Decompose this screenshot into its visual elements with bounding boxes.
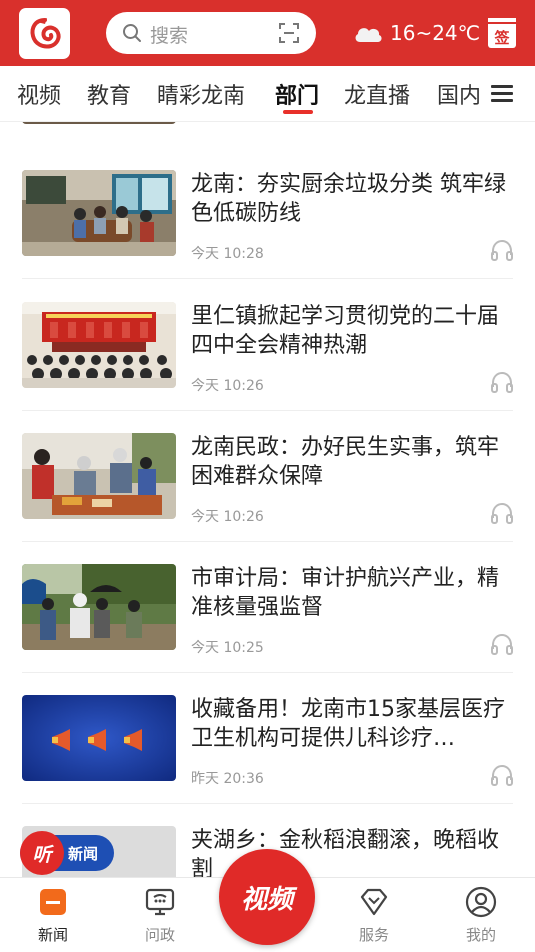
tab-domestic[interactable]: 国内 — [437, 78, 481, 110]
search-box[interactable]: 搜索 — [106, 12, 316, 54]
news-thumbnail — [22, 302, 176, 388]
nav-service-label: 服务 — [358, 926, 389, 944]
headphone-icon[interactable] — [490, 371, 514, 393]
news-title: 市审计局：审计护航兴产业，精准核量强监督 — [191, 566, 500, 620]
news-item[interactable]: 收藏备用！龙南市15家基层医疗卫生机构可提供儿科诊疗… 昨天 20:36 — [0, 695, 535, 826]
news-feed[interactable]: 龙南：夯实厨余垃圾分类 筑牢绿色低碳防线 今天 10:28 里仁镇掀起学习贯彻党… — [0, 122, 535, 877]
news-icon — [40, 889, 66, 915]
listen-news-label: 新闻 — [68, 844, 99, 863]
divider — [22, 410, 513, 411]
weather-widget[interactable]: 16~24℃ — [352, 18, 480, 48]
news-time: 今天 10:28 — [191, 246, 264, 262]
search-icon — [123, 24, 141, 42]
news-item[interactable]: 市审计局：审计护航兴产业，精准核量强监督 今天 10:25 — [0, 564, 535, 695]
top-bar: 搜索 16~24℃ 签 — [0, 0, 535, 66]
nav-wenzheng[interactable]: 问政 — [120, 878, 200, 952]
sign-in-button[interactable]: 签 — [488, 18, 516, 48]
thumbnail-partial — [22, 122, 176, 124]
news-time: 今天 10:26 — [191, 509, 264, 525]
menu-icon[interactable] — [491, 85, 513, 103]
user-icon — [465, 886, 497, 918]
channel-tabs: 视频 教育 睛彩龙南 部门 龙直播 国内 — [0, 66, 535, 122]
cloud-icon — [355, 28, 382, 42]
news-time: 昨天 20:36 — [191, 771, 264, 787]
divider — [22, 541, 513, 542]
news-thumbnail — [22, 170, 176, 256]
news-item[interactable]: 龙南：夯实厨余垃圾分类 筑牢绿色低碳防线 今天 10:28 — [0, 170, 535, 301]
news-thumbnail — [22, 564, 176, 650]
divider — [22, 803, 513, 804]
news-thumbnail — [22, 433, 176, 519]
weather-temperature: 16~24℃ — [390, 21, 481, 45]
listen-news-button[interactable]: 听 新闻 — [20, 831, 114, 875]
news-thumbnail — [22, 695, 176, 781]
scan-icon[interactable] — [278, 22, 300, 44]
news-title: 龙南民政：办好民生实事，筑牢困难群众保障 — [191, 435, 500, 489]
calendar-sign-icon: 签 — [494, 29, 510, 47]
news-item[interactable]: 龙南民政：办好民生实事，筑牢困难群众保障 今天 10:26 — [0, 433, 535, 564]
logo-icon — [30, 17, 61, 48]
active-tab-indicator — [283, 110, 313, 114]
app-logo[interactable] — [19, 8, 70, 59]
nav-mine-label: 我的 — [465, 926, 496, 944]
nav-mine[interactable]: 我的 — [441, 878, 521, 952]
video-center-button[interactable]: 视频 — [219, 849, 315, 945]
headphone-icon[interactable] — [490, 764, 514, 786]
tab-video[interactable]: 视频 — [17, 78, 61, 110]
nav-service[interactable]: 服务 — [334, 878, 414, 952]
nav-news[interactable]: 新闻 — [13, 878, 93, 952]
headphone-icon[interactable] — [490, 633, 514, 655]
news-time: 今天 10:26 — [191, 378, 264, 394]
tab-department[interactable]: 部门 — [275, 78, 319, 110]
news-title: 龙南：夯实厨余垃圾分类 筑牢绿色低碳防线 — [191, 172, 506, 226]
tab-education[interactable]: 教育 — [87, 78, 131, 110]
divider — [22, 672, 513, 673]
video-button-label: 视频 — [240, 884, 293, 915]
headphone-icon[interactable] — [490, 239, 514, 261]
nav-news-label: 新闻 — [37, 926, 68, 944]
search-placeholder: 搜索 — [150, 25, 189, 47]
tab-live[interactable]: 龙直播 — [344, 78, 410, 110]
headphone-icon[interactable] — [490, 502, 514, 524]
news-title: 收藏备用！龙南市15家基层医疗卫生机构可提供儿科诊疗… — [191, 697, 505, 751]
news-title: 里仁镇掀起学习贯彻党的二十届四中全会精神热潮 — [191, 304, 500, 358]
divider — [22, 278, 513, 279]
news-time: 今天 10:25 — [191, 640, 264, 656]
nav-wenzheng-label: 问政 — [144, 926, 175, 944]
listen-icon: 听 — [20, 831, 64, 875]
diamond-icon — [360, 888, 388, 916]
monitor-chat-icon — [145, 888, 175, 916]
tab-jingcai-longnan[interactable]: 睛彩龙南 — [157, 78, 245, 110]
news-item[interactable]: 里仁镇掀起学习贯彻党的二十届四中全会精神热潮 今天 10:26 — [0, 302, 535, 433]
